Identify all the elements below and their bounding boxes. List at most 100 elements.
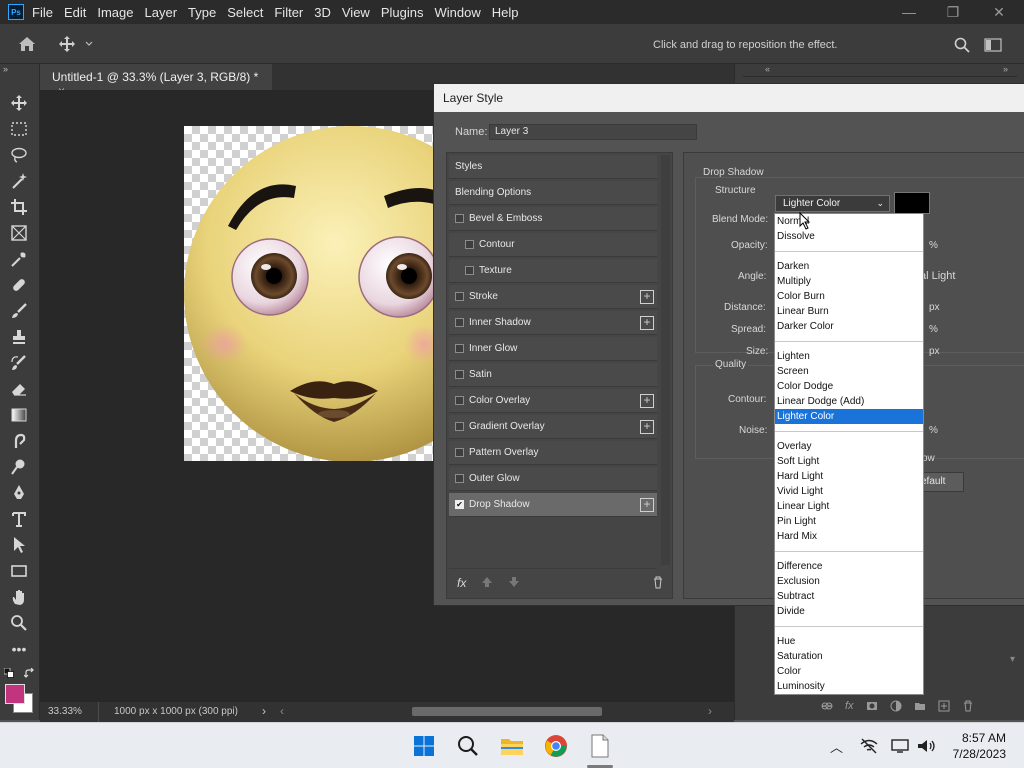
more-tools-icon[interactable]: ••• [8, 638, 30, 660]
menu-view[interactable]: View [342, 5, 378, 20]
gradient-tool[interactable] [8, 404, 30, 426]
blend-option-hard-mix[interactable]: Hard Mix [775, 529, 923, 544]
pen-tool[interactable] [8, 482, 30, 504]
mask-icon[interactable] [866, 700, 878, 712]
style-item-drop-shadow[interactable]: ✔ Drop Shadow + [449, 493, 657, 517]
checkbox[interactable] [455, 318, 464, 327]
blend-option-soft-light[interactable]: Soft Light [775, 454, 923, 469]
move-tool-preset[interactable] [58, 35, 94, 56]
foreground-color-swatch[interactable] [5, 684, 25, 704]
checkbox[interactable] [455, 370, 464, 379]
blend-option-saturation[interactable]: Saturation [775, 649, 923, 664]
menu-image[interactable]: Image [97, 5, 141, 20]
dock-expand-icon[interactable]: » [1003, 64, 1008, 74]
zoom-tool[interactable] [8, 612, 30, 634]
checkbox[interactable] [465, 266, 474, 275]
fx-icon[interactable]: fx [845, 700, 854, 712]
blend-option-color-dodge[interactable]: Color Dodge [775, 379, 923, 394]
clock[interactable]: 8:57 AM 7/28/2023 [953, 730, 1006, 762]
fx-menu-button[interactable]: fx [457, 576, 466, 590]
horizontal-scrollbar[interactable] [412, 707, 602, 716]
minimize-button[interactable]: — [886, 0, 932, 24]
smudge-tool[interactable] [8, 430, 30, 452]
add-effect-icon[interactable]: + [640, 497, 654, 512]
blend-option-overlay[interactable]: Overlay [775, 439, 923, 454]
dodge-tool[interactable] [8, 456, 30, 478]
scroll-left-icon[interactable]: ‹ [280, 704, 284, 718]
menu-layer[interactable]: Layer [145, 5, 186, 20]
style-item-pattern-overlay[interactable]: Pattern Overlay [449, 441, 657, 465]
menu-plugins[interactable]: Plugins [381, 5, 432, 20]
blend-option-linear-light[interactable]: Linear Light [775, 499, 923, 514]
style-item-inner-shadow[interactable]: Inner Shadow + [449, 311, 657, 335]
delete-effect-icon[interactable] [652, 576, 664, 589]
menu-file[interactable]: File [32, 5, 61, 20]
collapse-tools-icon[interactable]: » [3, 64, 8, 74]
marquee-tool[interactable] [8, 118, 30, 140]
blend-option-difference[interactable]: Difference [775, 559, 923, 574]
close-window-button[interactable]: ✕ [976, 0, 1022, 24]
add-effect-icon[interactable]: + [640, 419, 654, 434]
path-selection-tool[interactable] [8, 534, 30, 556]
healing-tool[interactable] [8, 274, 30, 296]
checkbox[interactable] [465, 240, 474, 249]
network-off-icon[interactable] [860, 738, 878, 754]
blend-option-darken[interactable]: Darken [775, 259, 923, 274]
style-item-blending-options[interactable]: Blending Options [449, 181, 657, 205]
show-hidden-icons[interactable]: ︿ [830, 737, 843, 756]
dock-scroll-down-icon[interactable]: ▾ [1010, 654, 1015, 665]
style-item-outer-glow[interactable]: Outer Glow [449, 467, 657, 491]
style-item-gradient-overlay[interactable]: Gradient Overlay + [449, 415, 657, 439]
move-tool[interactable] [8, 92, 30, 114]
add-effect-icon[interactable]: + [640, 393, 654, 408]
blend-option-darker-color[interactable]: Darker Color [775, 319, 923, 334]
blend-option-color-burn[interactable]: Color Burn [775, 289, 923, 304]
blend-mode-select[interactable]: Lighter Color ⌄ [775, 195, 890, 212]
blend-option-exclusion[interactable]: Exclusion [775, 574, 923, 589]
add-effect-icon[interactable]: + [640, 289, 654, 304]
checkbox[interactable] [455, 448, 464, 457]
history-brush-tool[interactable] [8, 352, 30, 374]
rectangle-tool[interactable] [8, 560, 30, 582]
styles-scrollbar[interactable] [661, 155, 670, 565]
document-canvas[interactable] [184, 126, 434, 461]
shadow-color-swatch[interactable] [894, 192, 930, 214]
file-explorer-button[interactable] [499, 733, 525, 759]
start-button[interactable] [411, 733, 437, 759]
dialog-title[interactable]: Layer Style [434, 84, 1024, 112]
menu-window[interactable]: Window [434, 5, 488, 20]
checkbox[interactable] [455, 422, 464, 431]
eyedropper-tool[interactable] [8, 248, 30, 270]
quick-selection-tool[interactable] [8, 170, 30, 192]
menu-3d[interactable]: 3D [314, 5, 339, 20]
adjustment-icon[interactable] [890, 700, 902, 712]
blend-option-lighter-color[interactable]: Lighter Color [775, 409, 923, 424]
eraser-tool[interactable] [8, 378, 30, 400]
new-layer-icon[interactable] [938, 700, 950, 712]
style-item-satin[interactable]: Satin [449, 363, 657, 387]
display-icon[interactable] [891, 738, 909, 754]
document-tab[interactable]: Untitled-1 @ 33.3% (Layer 3, RGB/8) * × [40, 64, 272, 98]
blend-option-luminosity[interactable]: Luminosity [775, 679, 923, 694]
chrome-button[interactable] [543, 733, 569, 759]
info-expand-icon[interactable]: › [262, 704, 266, 718]
blend-option-divide[interactable]: Divide [775, 604, 923, 619]
volume-icon[interactable] [917, 738, 937, 754]
menu-edit[interactable]: Edit [64, 5, 94, 20]
add-effect-icon[interactable]: + [640, 315, 654, 330]
menu-type[interactable]: Type [188, 5, 224, 20]
blend-option-subtract[interactable]: Subtract [775, 589, 923, 604]
blend-option-hard-light[interactable]: Hard Light [775, 469, 923, 484]
menu-help[interactable]: Help [492, 5, 527, 20]
checkbox[interactable] [455, 214, 464, 223]
taskbar-search-button[interactable] [455, 733, 481, 759]
checkbox[interactable] [455, 474, 464, 483]
style-item-stroke[interactable]: Stroke + [449, 285, 657, 309]
trash-icon[interactable] [962, 700, 974, 712]
blend-option-lighten[interactable]: Lighten [775, 349, 923, 364]
blend-option-screen[interactable]: Screen [775, 364, 923, 379]
style-item-texture[interactable]: Texture [449, 259, 657, 283]
checkbox[interactable] [455, 344, 464, 353]
dock-collapse-icon[interactable]: « [765, 64, 770, 74]
move-up-icon[interactable] [481, 576, 493, 588]
